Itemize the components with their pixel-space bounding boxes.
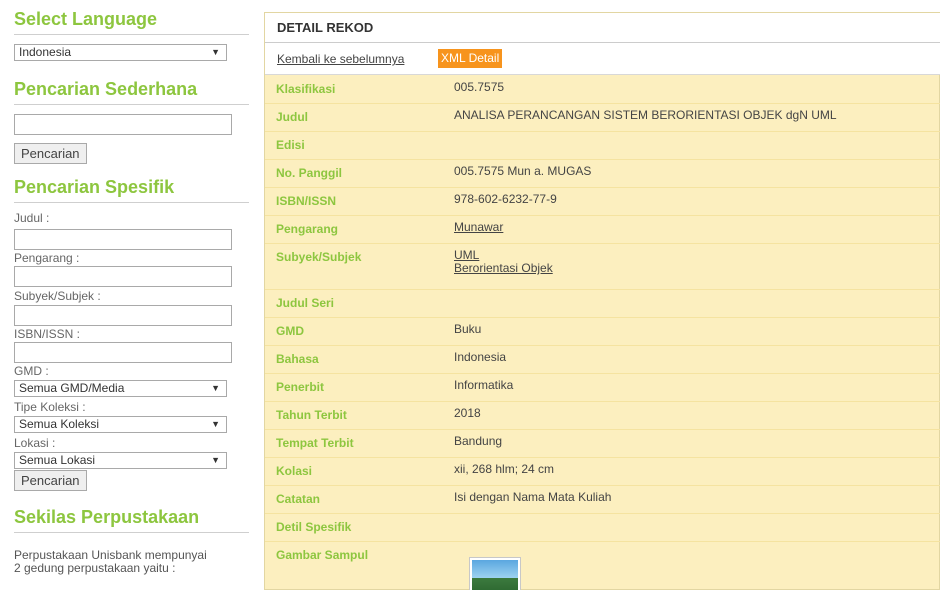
language-select[interactable]: Indonesia ▼	[14, 44, 227, 61]
simple-search-heading: Pencarian Sederhana	[14, 78, 249, 105]
row-detil-spesifik: Detil Spesifik	[265, 513, 940, 541]
language-select-value: Indonesia	[19, 45, 72, 59]
row-label: Tempat Terbit	[276, 436, 354, 450]
isbn-input[interactable]	[14, 342, 232, 363]
row-value: 2018	[454, 406, 481, 420]
isbn-label: ISBN/ISSN :	[14, 327, 81, 341]
row-label: Penerbit	[276, 380, 325, 394]
row-label: Tahun Terbit	[276, 408, 347, 422]
library-info-text-line2: 2 gedung perpustakaan yaitu :	[14, 561, 176, 575]
row-edisi: Edisi	[265, 131, 940, 159]
title-input[interactable]	[14, 229, 232, 250]
chevron-down-icon: ▼	[211, 47, 220, 57]
collection-type-select-value: Semua Koleksi	[19, 417, 100, 431]
row-label: Judul Seri	[276, 296, 335, 310]
row-label: ISBN/ISSN	[276, 194, 337, 208]
row-value: UML Berorientasi Objek	[454, 249, 553, 275]
location-select-value: Semua Lokasi	[19, 453, 96, 467]
row-label: Gambar Sampul	[276, 548, 369, 562]
row-pengarang: Pengarang Munawar	[265, 215, 940, 243]
row-label: Detil Spesifik	[276, 520, 352, 534]
row-penerbit: Penerbit Informatika	[265, 373, 940, 401]
location-select[interactable]: Semua Lokasi ▼	[14, 452, 227, 469]
select-language-heading: Select Language	[14, 8, 249, 35]
collection-type-label: Tipe Koleksi :	[14, 400, 86, 414]
subject-input[interactable]	[14, 305, 232, 326]
cover-image-picture	[472, 560, 518, 590]
row-judul: Judul ANALISA PERANCANGAN SISTEM BERORIE…	[265, 103, 940, 131]
chevron-down-icon: ▼	[211, 383, 220, 393]
row-label: Klasifikasi	[276, 82, 336, 96]
row-judul-seri: Judul Seri	[265, 289, 940, 317]
row-isbn-issn: ISBN/ISSN 978-602-6232-77-9	[265, 187, 940, 215]
collection-type-select[interactable]: Semua Koleksi ▼	[14, 416, 227, 433]
record-detail-panel: DETAIL REKOD Kembali ke sebelumnya XML D…	[264, 12, 940, 590]
gmd-select-value: Semua GMD/Media	[19, 381, 125, 395]
row-no-panggil: No. Panggil 005.7575 Mun a. MUGAS	[265, 159, 940, 187]
author-label: Pengarang :	[14, 251, 80, 265]
row-label: Subyek/Subjek	[276, 250, 362, 264]
row-value: Informatika	[454, 378, 514, 392]
simple-search-button[interactable]: Pencarian	[14, 143, 87, 164]
row-tempat-terbit: Tempat Terbit Bandung	[265, 429, 940, 457]
subject-label: Subyek/Subjek :	[14, 289, 101, 303]
detail-toolbar: Kembali ke sebelumnya XML Detail	[265, 43, 940, 75]
gmd-select[interactable]: Semua GMD/Media ▼	[14, 380, 227, 397]
row-klasifikasi: Klasifikasi 005.7575	[265, 75, 940, 103]
row-label: GMD	[276, 324, 304, 338]
back-link[interactable]: Kembali ke sebelumnya	[277, 52, 404, 66]
chevron-down-icon: ▼	[211, 455, 220, 465]
row-gambar-sampul: Gambar Sampul	[265, 541, 940, 590]
row-label: Kolasi	[276, 464, 313, 478]
row-value: Isi dengan Nama Mata Kuliah	[454, 490, 612, 504]
specific-search-heading: Pencarian Spesifik	[14, 176, 249, 203]
xml-detail-button[interactable]: XML Detail	[438, 49, 503, 68]
location-label: Lokasi :	[14, 436, 56, 450]
title-label: Judul :	[14, 211, 50, 225]
row-value: Bandung	[454, 434, 503, 448]
sidebar: Select Language Indonesia ▼ Pencarian Se…	[0, 0, 250, 590]
row-tahun-terbit: Tahun Terbit 2018	[265, 401, 940, 429]
row-catatan: Catatan Isi dengan Nama Mata Kuliah	[265, 485, 940, 513]
row-value: 005.7575 Mun a. MUGAS	[454, 164, 592, 178]
row-value: Munawar	[454, 221, 503, 234]
row-label: Edisi	[276, 138, 305, 152]
chevron-down-icon: ▼	[211, 419, 220, 429]
row-value: Buku	[454, 322, 482, 336]
row-value: 005.7575	[454, 80, 505, 94]
row-label: Bahasa	[276, 352, 319, 366]
simple-search-input[interactable]	[14, 114, 232, 135]
row-subyek: Subyek/Subjek UML Berorientasi Objek	[265, 243, 940, 289]
gmd-label: GMD :	[14, 364, 49, 378]
row-bahasa: Bahasa Indonesia	[265, 345, 940, 373]
detail-header: DETAIL REKOD	[265, 13, 940, 43]
row-value: Indonesia	[454, 350, 507, 364]
cover-image[interactable]	[469, 557, 521, 590]
author-link[interactable]: Munawar	[454, 221, 503, 234]
row-value: ANALISA PERANCANGAN SISTEM BERORIENTASI …	[454, 108, 837, 122]
specific-search-button[interactable]: Pencarian	[14, 470, 87, 491]
row-value: 978-602-6232-77-9	[454, 192, 557, 206]
subject-link-berorientasi[interactable]: Berorientasi Objek	[454, 262, 553, 275]
row-kolasi: Kolasi xii, 268 hlm; 24 cm	[265, 457, 940, 485]
author-input[interactable]	[14, 266, 232, 287]
row-label: Pengarang	[276, 222, 339, 236]
row-label: Judul	[276, 110, 308, 124]
row-value: xii, 268 hlm; 24 cm	[454, 462, 555, 476]
row-label: Catatan	[276, 492, 321, 506]
row-gmd: GMD Buku	[265, 317, 940, 345]
library-info-heading: Sekilas Perpustakaan	[14, 506, 249, 533]
row-label: No. Panggil	[276, 166, 342, 180]
